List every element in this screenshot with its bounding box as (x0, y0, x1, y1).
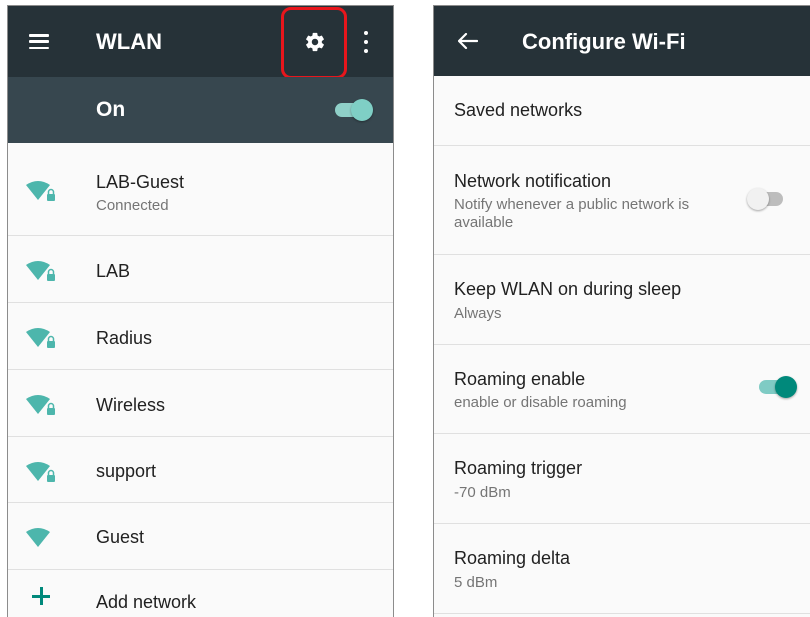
wlan-master-switch-bar[interactable]: On (8, 77, 393, 143)
wifi-signal-icon (26, 528, 50, 547)
pref-summary: -70 dBm (454, 484, 511, 501)
network-name: Wireless (96, 395, 166, 415)
wifi-signal-icon (26, 181, 55, 201)
overflow-menu-icon[interactable] (364, 31, 368, 53)
lock-icon (47, 194, 55, 201)
pref-summary: enable or disable roaming (454, 394, 627, 411)
network-row[interactable]: LAB (8, 236, 393, 303)
arrow-back-icon[interactable] (458, 33, 478, 49)
network-row[interactable]: Radius (8, 303, 393, 370)
network-name: Radius (96, 328, 153, 348)
wlan-toggle[interactable] (335, 99, 373, 121)
pref-title: Keep WLAN on during sleep (454, 279, 682, 299)
settings-highlight-box (281, 7, 347, 79)
network-row[interactable]: support (8, 437, 393, 503)
pref-summary: Always (454, 305, 502, 322)
pref-roaming-trigger[interactable]: Roaming trigger -70 dBm (434, 434, 810, 524)
wifi-signal-icon (26, 328, 55, 348)
pref-summary: 5 dBm (454, 574, 498, 591)
network-name: LAB (96, 261, 131, 281)
pref-network-notification[interactable]: Network notification Notify whenever a p… (434, 146, 810, 255)
network-name: support (96, 461, 157, 481)
network-row[interactable]: Wireless (8, 370, 393, 437)
network-name: LAB-Guest (96, 172, 185, 192)
pref-title: Saved networks (454, 100, 583, 120)
wifi-signal-icon (26, 395, 55, 415)
configure-wifi-screen: Configure Wi-Fi Saved networks Network n… (433, 5, 810, 617)
pref-roaming-delta[interactable]: Roaming delta 5 dBm (434, 524, 810, 614)
network-name: Guest (96, 527, 145, 547)
page-title: Configure Wi-Fi (522, 29, 686, 54)
wlan-screen: WLAN On LAB-Guest Connected LAB Radius W… (7, 5, 394, 617)
pref-summary: Notify whenever a public network is avai… (454, 196, 690, 231)
page-title: WLAN (96, 29, 162, 54)
plus-icon (32, 587, 50, 605)
add-network-label: Add network (96, 592, 197, 612)
network-notification-toggle[interactable] (747, 188, 785, 210)
pref-title: Network notification (454, 171, 612, 191)
master-switch-label: On (96, 98, 126, 121)
pref-title: Roaming enable (454, 369, 586, 389)
configure-toolbar: Configure Wi-Fi (434, 6, 810, 76)
network-status: Connected (96, 197, 169, 214)
pref-roaming-enable[interactable]: Roaming enable enable or disable roaming (434, 345, 810, 434)
network-row[interactable]: LAB-Guest Connected (8, 143, 393, 236)
roaming-enable-toggle[interactable] (759, 376, 797, 398)
wifi-signal-icon (26, 462, 55, 482)
hamburger-menu-icon[interactable] (29, 34, 49, 49)
add-network-row[interactable]: Add network (8, 570, 393, 617)
pref-title: Roaming delta (454, 548, 571, 568)
wifi-signal-icon (26, 261, 55, 281)
network-row[interactable]: Guest (8, 503, 393, 570)
pref-keep-wlan-on[interactable]: Keep WLAN on during sleep Always (434, 255, 810, 345)
pref-title: Roaming trigger (454, 458, 583, 478)
pref-saved-networks[interactable]: Saved networks (434, 76, 810, 146)
